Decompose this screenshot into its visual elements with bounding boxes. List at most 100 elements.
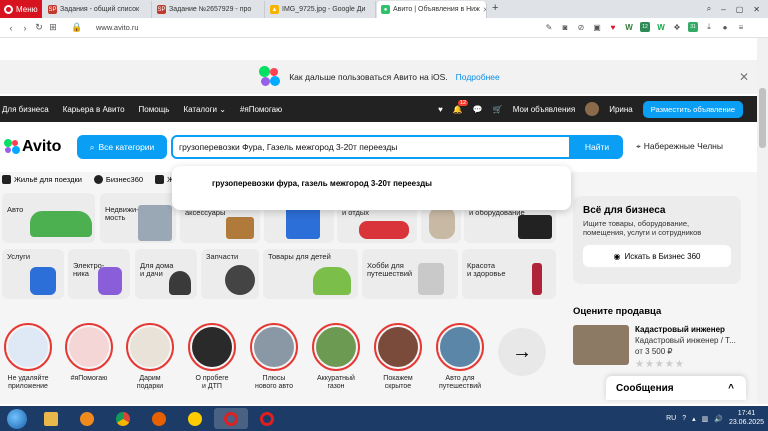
story-item[interactable]: Покажем скрытое — [370, 323, 426, 392]
new-tab-icon[interactable]: + — [492, 2, 498, 14]
clock[interactable]: 17:41 23.06.2025 — [729, 410, 764, 427]
taskbar-media[interactable] — [70, 408, 104, 429]
messages-widget[interactable]: Сообщения ^ — [606, 376, 746, 400]
story-item[interactable]: Дарим подарки — [122, 323, 178, 392]
nav-catalogs[interactable]: Каталоги ⌄ — [183, 105, 226, 114]
all-categories-label: Все категории — [98, 142, 155, 152]
nav-ya-pomogayu[interactable]: #яПомогаю — [240, 105, 282, 114]
maximize-icon[interactable]: ▢ — [736, 5, 744, 14]
heart-icon[interactable]: ♥ — [608, 22, 618, 32]
profile-icon[interactable]: ● — [720, 22, 730, 32]
tile-beauty[interactable]: Красота и здоровье — [462, 249, 556, 299]
menu-icon[interactable]: ≡ — [736, 22, 746, 32]
box-icon[interactable]: ▣ — [592, 22, 602, 32]
ios-banner-link[interactable]: Подробнее — [456, 72, 500, 82]
tile-parts[interactable]: Запчасти — [201, 249, 259, 299]
taskbar-explorer[interactable] — [34, 408, 68, 429]
tile-travel[interactable]: Хобби для путешествий — [362, 249, 458, 299]
camera-icon[interactable]: ◙ — [560, 22, 570, 32]
minimize-icon[interactable]: – — [721, 5, 725, 14]
extension-badge-icon[interactable]: 31 — [688, 22, 698, 32]
opera-logo-icon — [4, 4, 13, 14]
avito-logo[interactable]: Avito — [4, 138, 61, 156]
close-banner-icon[interactable]: ✕ — [739, 70, 749, 84]
seller-card[interactable]: Кадастровый инженер Кадастровый инженер … — [573, 325, 753, 370]
help-icon[interactable]: ? — [682, 415, 686, 422]
story-item[interactable]: Аккуратный газон — [308, 323, 364, 392]
w-extension-icon[interactable]: W — [656, 22, 666, 32]
nav-career[interactable]: Карьера в Авито — [63, 105, 125, 114]
nav-help[interactable]: Помощь — [139, 105, 170, 114]
story-item[interactable]: О пробеге и ДТП — [184, 323, 240, 392]
tile-electronics[interactable]: Электро- ника — [68, 249, 130, 299]
volume-icon[interactable]: 🔊 — [714, 415, 723, 423]
extension-badge-icon[interactable]: 12 — [640, 22, 650, 32]
avatar[interactable] — [585, 102, 600, 116]
cube-icon[interactable]: ❖ — [672, 22, 682, 32]
rating-stars[interactable]: ★★★★★ — [635, 359, 736, 370]
taskbar-opera-active[interactable] — [214, 408, 248, 429]
tab-tasks-list[interactable]: SP Задания - общий список — [44, 1, 152, 18]
search-tabs-icon[interactable]: ⌕ — [707, 4, 711, 14]
my-ads-link[interactable]: Мои объявления — [513, 105, 575, 114]
story-item[interactable]: Плюсы нового авто — [246, 323, 302, 392]
taskbar-opera[interactable] — [250, 408, 284, 429]
tile-auto[interactable]: Авто — [2, 193, 95, 243]
forward-icon[interactable]: › — [18, 23, 32, 33]
close-window-icon[interactable]: ✕ — [753, 5, 760, 14]
speedometer-thumb-icon — [192, 327, 232, 367]
chip-business360[interactable]: Бизнес360 — [93, 172, 143, 186]
scrollbar-thumb[interactable] — [759, 88, 766, 148]
car-thumb-icon — [440, 327, 480, 367]
back-icon[interactable]: ‹ — [4, 23, 18, 33]
seller-price: от 3 500 ₽ — [635, 347, 673, 356]
taskbar-yandex[interactable] — [178, 408, 212, 429]
stories-next-arrow-icon[interactable]: → — [498, 328, 546, 376]
network-icon[interactable]: ▥ — [702, 415, 709, 423]
notifications-bell-icon[interactable]: 🔔 12 — [453, 99, 469, 114]
story-item[interactable]: #яПомогаю — [61, 323, 117, 383]
chevron-up-icon[interactable]: ^ — [728, 383, 734, 394]
start-button[interactable] — [0, 406, 34, 431]
block-icon[interactable]: ⊘ — [576, 22, 586, 32]
chip-stay[interactable]: Жильё для поездки — [2, 172, 82, 186]
tile-kids[interactable]: Товары для детей — [263, 249, 358, 299]
reload-icon[interactable]: ↻ — [32, 22, 46, 33]
all-categories-button[interactable]: ⌕ Все категории — [77, 135, 167, 159]
nav-business[interactable]: Для бизнеса — [2, 105, 49, 114]
search-suggestion[interactable]: грузоперевозки фура, газель межгород 3-2… — [172, 166, 571, 210]
story-thumb — [8, 327, 48, 367]
business-panel: Всё для бизнеса Ищите товары, оборудован… — [573, 196, 741, 284]
taskbar-chrome[interactable] — [106, 408, 140, 429]
favorites-heart-icon[interactable]: ♥ — [438, 105, 443, 114]
cart-icon[interactable]: 🛒 — [493, 105, 503, 114]
close-tab-icon[interactable]: ✕ — [483, 6, 486, 14]
language-indicator[interactable]: RU — [666, 415, 676, 422]
tab-google-drive[interactable]: ▲ IMG_9725.jpg - Google Ди — [266, 1, 376, 18]
page-scrollbar[interactable] — [757, 38, 768, 404]
url-field[interactable]: www.avito.ru — [96, 23, 139, 32]
lock-icon: 🔒 — [71, 22, 83, 32]
opera-menu-button[interactable]: Меню — [0, 0, 42, 18]
business-search-button[interactable]: ◉ Искать в Бизнес 360 — [583, 245, 731, 267]
city-selector[interactable]: ⌖ Набережные Челны — [636, 141, 723, 152]
vk-icon[interactable]: W — [624, 22, 634, 32]
business360-icon — [93, 174, 103, 184]
tile-home[interactable]: Для дома и дачи — [135, 249, 197, 299]
edit-icon[interactable]: ✎ — [544, 22, 554, 32]
tile-realty[interactable]: Недвижи- мость — [100, 193, 176, 243]
tray-arrow-icon[interactable]: ▴ — [692, 415, 696, 423]
user-name[interactable]: Ирина — [609, 105, 633, 114]
story-item[interactable]: Не удаляйте приложение — [0, 323, 56, 392]
story-item[interactable]: Авто для путешествий — [432, 323, 488, 392]
search-input[interactable]: грузоперевозки Фура, Газель межгород 3-2… — [171, 135, 571, 159]
download-icon[interactable]: ⤓ — [704, 22, 714, 32]
chat-icon[interactable]: 💬 — [473, 105, 483, 114]
tabs-grid-icon[interactable]: ⊞ — [46, 22, 60, 33]
tile-services[interactable]: Услуги — [2, 249, 64, 299]
taskbar-firefox[interactable] — [142, 408, 176, 429]
tab-avito[interactable]: ● Авито | Объявления в Ниж ✕ — [377, 1, 487, 18]
find-button[interactable]: Найти — [571, 135, 623, 159]
tab-task-detail[interactable]: SP Задание №2657929 - про — [153, 1, 265, 18]
place-ad-button[interactable]: Разместить объявление — [642, 100, 743, 118]
